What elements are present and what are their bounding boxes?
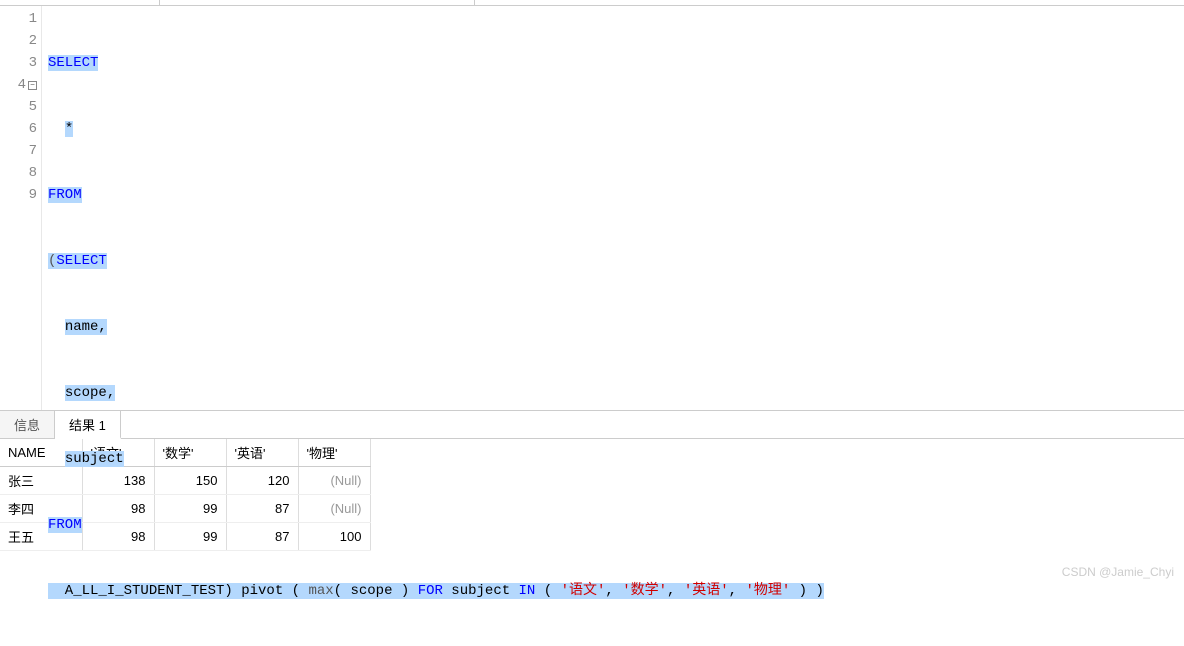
token-column: name, [65,319,107,335]
keyword-for: FOR [418,583,443,599]
keyword-from: FROM [48,517,82,533]
keyword-from: FROM [48,187,82,203]
token-star: * [65,121,73,137]
watermark: CSDN @Jamie_Chyi [1062,565,1174,579]
token-string: '英语' [684,583,729,599]
token-table: A_LL_I_STUDENT_TEST) pivot ( [48,583,308,599]
token-func: max [308,583,333,599]
token-string: '数学' [622,583,667,599]
line-number: 6 [0,118,37,140]
keyword-in: IN [519,583,536,599]
line-number: 8 [0,162,37,184]
token-column: subject [65,451,124,467]
sql-editor[interactable]: 1 2 3 4− 5 6 7 8 9 SELECT * FROM (SELECT… [0,6,1184,410]
fold-toggle-icon[interactable]: − [28,81,37,90]
line-number: 2 [0,30,37,52]
line-number: 1 [0,8,37,30]
token-string: '物理' [745,583,790,599]
line-gutter: 1 2 3 4− 5 6 7 8 9 [0,6,42,410]
keyword-select: SELECT [48,55,98,71]
line-number: 7 [0,140,37,162]
line-number: 3 [0,52,37,74]
line-number: 4− [0,74,37,96]
line-number: 9 [0,184,37,206]
line-number: 5 [0,96,37,118]
token-string: '语文' [561,583,606,599]
tab-info[interactable]: 信息 [0,411,55,438]
keyword-select: SELECT [56,253,106,269]
code-content[interactable]: SELECT * FROM (SELECT name, scope, subje… [42,6,1184,410]
token-column: scope, [65,385,115,401]
